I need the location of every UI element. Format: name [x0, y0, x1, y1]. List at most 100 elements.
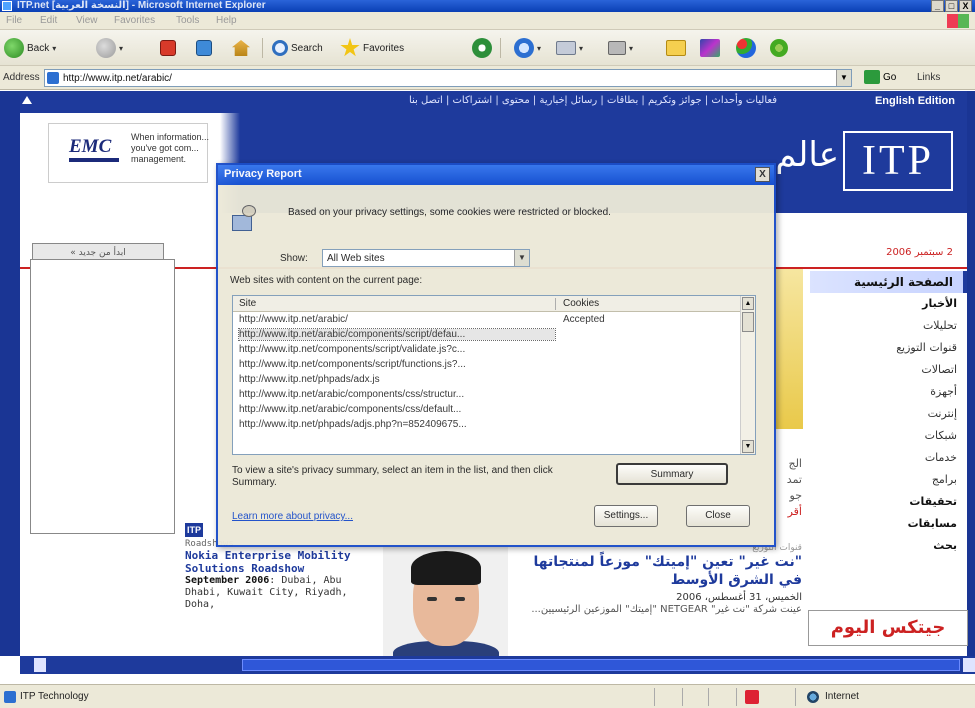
sidebar-item[interactable]: تحليلات [810, 315, 967, 337]
discuss-button[interactable] [700, 36, 720, 60]
site-url: http://www.itp.net/arabic/components/css… [239, 404, 462, 415]
site-row[interactable]: http://www.itp.net/arabic/components/css… [233, 403, 741, 418]
edit-button[interactable] [666, 36, 686, 60]
go-button[interactable]: Go [864, 70, 896, 84]
learn-more-link[interactable]: Learn more about privacy... [232, 511, 353, 522]
site-row[interactable]: http://www.itp.net/arabic/components/scr… [233, 328, 741, 343]
history-dropdown-icon[interactable]: ▾ [537, 44, 541, 53]
links-button[interactable]: Links [917, 72, 940, 83]
sidebar-item-home[interactable]: الصفحة الرئيسية [810, 271, 967, 293]
site-row[interactable]: http://www.itp.net/arabic/components/css… [233, 388, 741, 403]
computer-icon [232, 215, 252, 231]
show-select[interactable]: All Web sites ▼ [322, 249, 530, 267]
horizontal-scrollbar[interactable] [20, 656, 975, 674]
sidebar-item[interactable]: بحث [810, 535, 967, 557]
side-ad-strip[interactable] [773, 269, 803, 429]
sidebar-item[interactable]: الأخبار [810, 293, 967, 315]
list-scrollbar[interactable]: ▲ ▼ [740, 296, 755, 454]
sidebar-item[interactable]: أجهزة [810, 381, 967, 403]
sidebar-item[interactable]: إنترنت [810, 403, 967, 425]
menu-bar: File Edit View Favorites Tools Help [0, 12, 975, 30]
address-input[interactable]: http://www.itp.net/arabic/ ▼ [44, 69, 852, 87]
menu-tools[interactable]: Tools [176, 15, 199, 26]
site-row[interactable]: http://www.itp.net/phpads/adjs.php?n=852… [233, 418, 741, 433]
chevron-down-icon[interactable]: ▼ [514, 250, 529, 266]
forward-dropdown-icon[interactable]: ▾ [119, 44, 123, 53]
home-button[interactable] [232, 36, 250, 60]
emc-ad-text: When information... you've got com... ma… [131, 132, 210, 164]
site-url: http://www.itp.net/components/script/fun… [239, 359, 466, 370]
scroll-thumb[interactable] [242, 659, 960, 671]
media-button[interactable] [472, 36, 492, 60]
column-cookies[interactable]: Cookies [563, 298, 599, 309]
up-arrow-icon [22, 96, 32, 104]
sidebar-item[interactable]: مسابقات [810, 513, 967, 535]
close-window-button[interactable]: X [959, 0, 972, 12]
site-row[interactable]: http://www.itp.net/phpads/adx.js [233, 373, 741, 388]
list-scroll-thumb[interactable] [742, 312, 754, 332]
close-button[interactable]: Close [686, 505, 750, 527]
news-photo[interactable] [383, 543, 508, 658]
site-url: http://www.itp.net/phpads/adx.js [239, 374, 380, 385]
address-url[interactable]: http://www.itp.net/arabic/ [63, 73, 172, 84]
photo-eye [455, 597, 465, 601]
stop-button[interactable] [160, 36, 176, 60]
itp-logo[interactable]: ITP [843, 131, 953, 191]
favorites-button[interactable]: Favorites [340, 36, 404, 60]
left-news-title[interactable]: Nokia Enterprise Mobility Solutions Road… [185, 549, 375, 575]
sites-list[interactable]: Site Cookies http://www.itp.net/arabic/A… [232, 295, 756, 455]
history-button[interactable]: ▾ [514, 36, 541, 60]
messenger-button[interactable] [736, 36, 756, 60]
sidebar-item[interactable]: اتصالات [810, 359, 967, 381]
mail-button[interactable]: ▾ [556, 36, 583, 60]
site-row[interactable]: http://www.itp.net/arabic/Accepted [233, 313, 741, 328]
maximize-button[interactable]: □ [945, 0, 958, 12]
settings-button[interactable]: Settings... [594, 505, 658, 527]
search-button[interactable]: Search [272, 36, 323, 60]
favorites-label: Favorites [363, 42, 405, 54]
back-button[interactable]: Back ▾ [4, 36, 56, 60]
address-dropdown-icon[interactable]: ▼ [836, 70, 851, 86]
sidebar-item[interactable]: قنوات التوزيع [810, 337, 967, 359]
sidebar-item[interactable]: شبكات [810, 425, 967, 447]
summary-button[interactable]: Summary [616, 463, 728, 485]
status-bar: ITP Technology Internet [0, 684, 975, 708]
scroll-left-icon[interactable] [34, 658, 46, 672]
page-icon [47, 72, 59, 84]
menu-help[interactable]: Help [216, 15, 237, 26]
print-button[interactable]: ▾ [608, 36, 633, 60]
menu-edit[interactable]: Edit [40, 15, 57, 26]
site-row[interactable]: http://www.itp.net/components/script/val… [233, 343, 741, 358]
privacy-status-icon[interactable] [745, 690, 759, 704]
back-dropdown-icon[interactable]: ▾ [52, 44, 56, 53]
news-headline[interactable]: "نت غير" تعين "إميتك" موزعاً لمنتجاتها ف… [512, 553, 802, 589]
status-divider [795, 688, 796, 706]
status-divider [682, 688, 683, 706]
menu-view[interactable]: View [76, 15, 98, 26]
sidebar-item[interactable]: خدمات [810, 447, 967, 469]
site-nav-links[interactable]: فعاليات وأحداث | جوائز وتكريم | بطاقات |… [409, 95, 777, 106]
site-row[interactable]: http://www.itp.net/components/script/fun… [233, 358, 741, 373]
forward-button[interactable]: ▾ [96, 36, 123, 60]
sidebar-item[interactable]: برامج [810, 469, 967, 491]
english-edition-link[interactable]: English Edition [875, 95, 955, 107]
minimize-button[interactable]: _ [931, 0, 944, 12]
emc-ad[interactable]: EMC When information... you've got com..… [48, 123, 210, 183]
history-icon [514, 38, 534, 58]
mail-dropdown-icon[interactable]: ▾ [579, 44, 583, 53]
address-label: Address [3, 72, 40, 83]
refresh-button[interactable] [196, 36, 212, 60]
scroll-up-icon[interactable]: ▲ [742, 297, 754, 310]
research-button[interactable] [770, 36, 788, 60]
scroll-down-icon[interactable]: ▼ [742, 440, 754, 453]
dialog-close-icon[interactable]: X [755, 167, 770, 182]
column-site[interactable]: Site [239, 298, 256, 309]
scroll-right-icon[interactable] [963, 658, 975, 672]
itp-tag: ITP [185, 523, 203, 537]
gitex-today-link[interactable]: جيتكس اليوم [808, 610, 968, 646]
print-dropdown-icon[interactable]: ▾ [629, 44, 633, 53]
sidebar-item[interactable]: تحقيقات [810, 491, 967, 513]
menu-file[interactable]: File [6, 15, 22, 26]
emc-logo-bar [69, 158, 119, 162]
menu-favorites[interactable]: Favorites [114, 15, 155, 26]
